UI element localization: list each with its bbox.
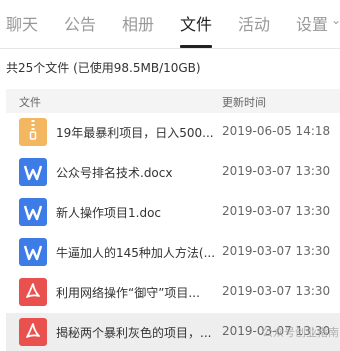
storage-summary: 共25个文件 (已使用98.5MB/10GB)	[6, 61, 201, 75]
column-header-file[interactable]: 文件	[19, 94, 41, 110]
file-name[interactable]: 揭秘两个暴利灰色的项目，...	[56, 324, 216, 341]
file-table-header: 文件 更新时间	[6, 89, 340, 113]
file-updated-time: 2019-03-07 13:30	[222, 244, 331, 258]
pdf-icon	[19, 278, 47, 306]
file-name[interactable]: 牛逼加人的145种加人方法(...	[56, 244, 216, 261]
pdf-icon	[19, 318, 47, 346]
tab-settings[interactable]: 设置	[296, 11, 328, 35]
word-icon	[19, 238, 47, 266]
word-icon	[19, 158, 47, 186]
file-name[interactable]: 新人操作项目1.doc	[56, 204, 216, 221]
settings-caret-icon[interactable]: ⌄	[331, 13, 340, 27]
file-name[interactable]: 利用网络操作“御守”项目...	[56, 284, 216, 301]
file-updated-time: 2019-03-07 13:30	[222, 284, 331, 298]
file-row[interactable]: 新人操作项目1.doc 2019-03-07 13:30	[6, 193, 340, 231]
file-row[interactable]: 牛逼加人的145种加人方法(... 2019-03-07 13:30	[6, 233, 340, 271]
tab-files[interactable]: 文件	[180, 11, 212, 35]
file-updated-time: 2019-06-05 14:18	[222, 124, 331, 138]
file-updated-time: 2019-03-07 13:30	[222, 164, 331, 178]
column-header-updated-time[interactable]: 更新时间	[222, 94, 266, 110]
zip-icon	[19, 118, 47, 146]
file-name[interactable]: 19年最暴利项目，日入500...	[56, 124, 216, 141]
word-icon	[19, 198, 47, 226]
file-updated-time: 2019-03-07 13:30	[222, 204, 331, 218]
active-tab-indicator	[180, 45, 212, 48]
watermark: 公众号创业指南	[262, 326, 339, 339]
tab-chat[interactable]: 聊天	[6, 11, 38, 35]
file-name[interactable]: 公众号排名技术.docx	[56, 164, 216, 181]
tab-announcement[interactable]: 公告	[64, 11, 96, 35]
tab-activity[interactable]: 活动	[238, 11, 270, 35]
tab-bar: 聊天 公告 相册 文件 活动 设置 ⌄	[0, 0, 340, 49]
file-row[interactable]: 19年最暴利项目，日入500... 2019-06-05 14:18	[6, 113, 340, 151]
file-row[interactable]: 利用网络操作“御守”项目... 2019-03-07 13:30	[6, 273, 340, 311]
file-row[interactable]: 公众号排名技术.docx 2019-03-07 13:30	[6, 153, 340, 191]
tab-album[interactable]: 相册	[122, 11, 154, 35]
